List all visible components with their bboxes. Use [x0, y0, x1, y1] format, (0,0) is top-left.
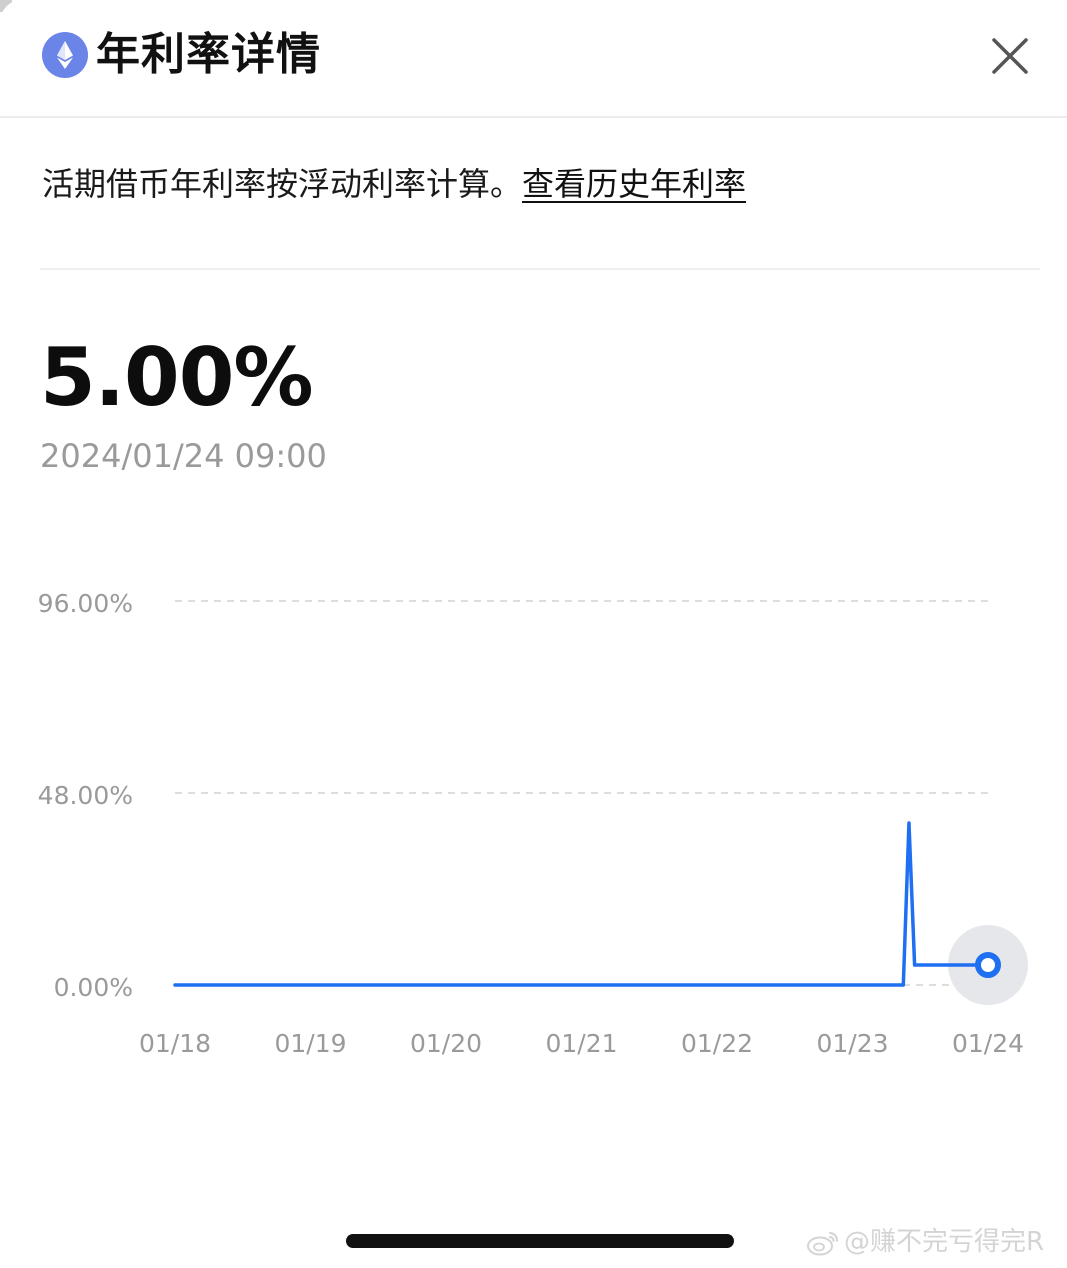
sheet-header: 年利率详情 [0, 0, 1067, 118]
x-tick-label: 01/21 [545, 1029, 617, 1058]
x-tick-label: 01/19 [274, 1029, 346, 1058]
home-indicator[interactable] [346, 1234, 734, 1248]
y-tick-label: 0.00% [54, 973, 133, 1002]
x-tick-label: 01/20 [410, 1029, 482, 1058]
page-title: 年利率详情 [96, 29, 321, 80]
x-tick-label: 01/18 [139, 1029, 211, 1058]
rate-description: 活期借币年利率按浮动利率计算。查看历史年利率 [42, 162, 746, 206]
y-tick-label: 48.00% [38, 781, 133, 810]
ethereum-icon [42, 32, 88, 78]
watermark-text: @赚不完亏得完R [844, 1227, 1045, 1257]
y-tick-label: 96.00% [38, 589, 133, 618]
rate-series-line [173, 821, 990, 987]
rate-detail-sheet: 年利率详情 活期借币年利率按浮动利率计算。查看历史年利率 5.00% 2024/… [0, 0, 1067, 1268]
weibo-icon [807, 1231, 838, 1255]
current-rate-timestamp: 2024/01/24 09:00 [40, 437, 327, 475]
x-tick-label: 01/24 [952, 1029, 1024, 1058]
rate-history-chart[interactable]: 96.00% 48.00% 0.00%01/18 01/19 01/20 01/21 01/… [0, 560, 1067, 1080]
x-tick-label: 01/23 [816, 1029, 888, 1058]
description-text: 活期借币年利率按浮动利率计算。 [42, 165, 523, 203]
history-rate-link[interactable]: 查看历史年利率 [522, 165, 746, 203]
current-rate-value: 5.00% [40, 331, 314, 424]
close-icon [992, 38, 1028, 74]
selected-point-marker [975, 952, 1001, 978]
watermark: @赚不完亏得完R [806, 1222, 1044, 1262]
x-tick-label: 01/22 [681, 1029, 753, 1058]
section-divider [40, 268, 1040, 270]
close-button[interactable] [984, 30, 1036, 82]
